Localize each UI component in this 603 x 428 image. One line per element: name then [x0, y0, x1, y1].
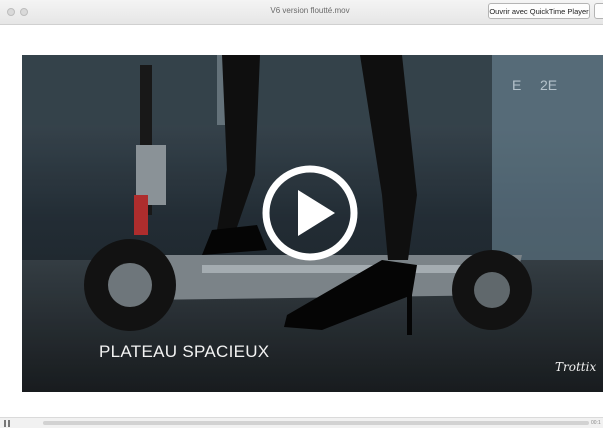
window-title: V6 version floutté.mov — [270, 6, 350, 15]
share-button[interactable] — [594, 3, 603, 19]
minimize-window-button[interactable] — [20, 8, 28, 16]
time-readout: 00:1 — [591, 420, 601, 426]
brand-watermark: Trottix — [555, 360, 597, 374]
title-bar: V6 version floutté.mov Ouvrir avec Quick… — [0, 0, 603, 25]
close-window-button[interactable] — [7, 8, 15, 16]
scrubber-track[interactable] — [43, 421, 589, 425]
playback-controls: 00:1 — [0, 417, 603, 428]
play-icon — [262, 165, 358, 261]
pause-icon[interactable] — [4, 420, 12, 427]
play-button[interactable] — [260, 163, 360, 263]
video-caption: PLATEAU SPACIEUX — [99, 342, 270, 361]
video-frame[interactable]: E 2E PLATEAU SPACIEUX Trottix — [22, 55, 603, 392]
open-with-quicktime-button[interactable]: Ouvrir avec QuickTime Player — [488, 3, 590, 19]
